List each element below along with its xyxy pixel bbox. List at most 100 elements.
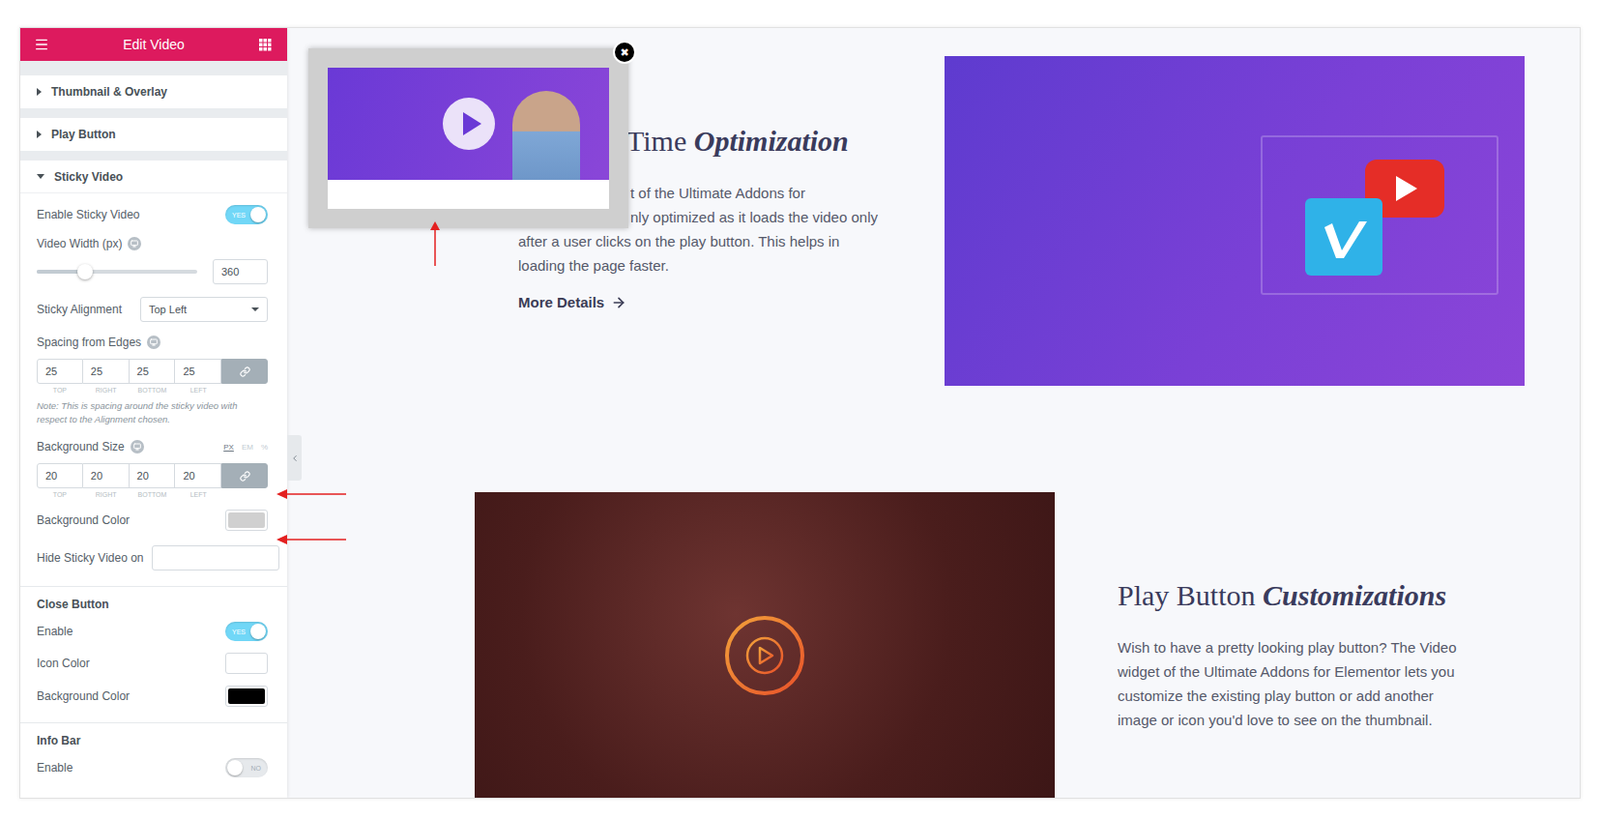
dimension-inputs: 25252525 (36, 358, 268, 384)
dimension-input[interactable]: 20 (83, 463, 130, 489)
unit-option[interactable]: EM (241, 442, 254, 452)
toggle-control: EnableYES (36, 621, 268, 641)
section-controls: Enable Sticky Video YES Video Width (px) 36… (20, 193, 288, 778)
unit-option[interactable]: % (261, 442, 268, 452)
slider-track[interactable] (36, 269, 198, 274)
thumbnail-person (512, 90, 581, 180)
section-list: Thumbnail & Overlay Play Button Sticky Vid… (20, 75, 288, 798)
slider-row: 360 (36, 259, 268, 285)
close-sticky-button[interactable]: ✖ (612, 40, 637, 64)
dimension-input[interactable]: 20 (36, 463, 84, 489)
caret-icon (36, 87, 42, 96)
text-input[interactable] (151, 545, 280, 571)
toggle-state: YES (232, 628, 246, 636)
dimension-input[interactable]: 20 (174, 463, 222, 489)
color-swatch[interactable] (225, 652, 268, 674)
color-fill (228, 512, 265, 528)
color-fill (228, 655, 265, 671)
more-details-link[interactable]: More Details (518, 293, 627, 311)
toggle-switch[interactable]: NO (225, 757, 268, 778)
responsive-icon[interactable] (146, 335, 161, 350)
dimensions-control: Background SizePXEM%20202020TOPRIGHTBOTT… (36, 426, 268, 498)
dimension-label: TOP (36, 386, 84, 394)
play-icon[interactable] (441, 96, 496, 151)
control-group: Close Button (36, 570, 268, 614)
description-line: customize the existing play button or ad… (1117, 683, 1505, 708)
number-input[interactable]: 360 (212, 259, 268, 285)
dimension-input[interactable]: 25 (174, 358, 222, 384)
slider-control: Video Width (px) 360 (36, 224, 268, 285)
control-note: Note: This is spacing around the sticky … (36, 399, 268, 427)
group-divider (20, 722, 288, 724)
control-group: Info Bar (36, 706, 268, 751)
color-control: Background Color (36, 509, 268, 531)
section-header[interactable]: Play Button (20, 117, 288, 151)
group-heading-row: Close Button (36, 594, 268, 614)
panel-header: Edit Video (20, 28, 288, 61)
toggle-knob (250, 206, 266, 223)
control-label: Enable (36, 760, 73, 775)
link-values-button[interactable] (221, 358, 268, 384)
group-heading: Close Button (36, 597, 110, 611)
widgets-button[interactable] (256, 34, 276, 55)
control-label-row: Background Size PX EM% (36, 436, 268, 457)
unit-switcher: PX EM% (223, 442, 268, 452)
vimeo-logo-icon (1305, 198, 1383, 276)
description-line: widget of the Ultimate Addons for Elemen… (1117, 659, 1505, 684)
dimension-input[interactable]: 25 (36, 358, 84, 384)
dimension-labels: TOPRIGHTBOTTOMLEFT (36, 491, 268, 498)
monitor-icon (133, 442, 142, 451)
page-preview: ✖Time Optimizationt of the Ultimate Addo… (287, 28, 1580, 798)
caret-icon (36, 130, 42, 139)
editor-window: Edit Video Thumbnail & Overlay Play Button… (19, 27, 1581, 799)
control-label: Hide Sticky Video on (36, 551, 145, 565)
dimension-label: TOP (36, 491, 84, 498)
hamburger-icon (33, 36, 50, 53)
control-label: Enable Sticky Video (36, 207, 141, 222)
responsive-icon[interactable] (127, 236, 142, 251)
play-button-icon[interactable] (724, 614, 806, 697)
group-divider (20, 585, 288, 587)
control-label: Background Color (36, 689, 130, 703)
section-header[interactable]: Sticky Video (20, 160, 288, 194)
feature-text: Play Button CustomizationsWish to have a… (1117, 492, 1505, 798)
description-line: after a user clicks on the play button. … (518, 229, 925, 254)
toggle-switch[interactable]: YES (225, 204, 268, 225)
select-field[interactable]: Top Left (140, 296, 268, 322)
color-fill (228, 688, 265, 704)
menu-button[interactable] (31, 34, 52, 55)
dimension-inputs: 20202020 (36, 463, 268, 489)
toggle-state: YES (232, 211, 246, 219)
link-values-button[interactable] (221, 463, 268, 489)
feature-image (944, 56, 1525, 386)
slider-knob[interactable] (77, 263, 93, 280)
responsive-icon[interactable] (130, 439, 145, 454)
dimensions-control: Spacing from Edges25252525TOPRIGHTBOTTOM… (36, 321, 268, 394)
toggle-state: NO (251, 764, 262, 772)
apps-grid-icon (259, 38, 272, 52)
dimension-input[interactable]: 20 (129, 463, 176, 489)
control-label: Background Size (36, 439, 145, 454)
dimension-input[interactable]: 25 (83, 358, 130, 384)
dimension-label: BOTTOM (129, 491, 176, 498)
dimension-label: LEFT (174, 491, 222, 498)
dimension-label: BOTTOM (129, 386, 176, 394)
toggle-switch[interactable]: YES (225, 621, 268, 641)
panel-section: Sticky Video Enable Sticky Video YES Video … (20, 160, 288, 798)
control-label-row: Video Width (px) (36, 233, 268, 254)
control-label: Spacing from Edges (36, 335, 161, 350)
dimension-input[interactable]: 25 (129, 358, 176, 384)
collapse-panel-button[interactable] (287, 435, 302, 481)
panel-section: Thumbnail & Overlay (20, 75, 288, 109)
feature-photo (474, 492, 1055, 798)
section-header[interactable]: Thumbnail & Overlay (20, 75, 288, 109)
sticky-video[interactable] (308, 48, 629, 229)
chevron-left-icon (290, 453, 300, 464)
unit-option[interactable]: PX (223, 442, 234, 452)
panel-section: Play Button (20, 117, 288, 151)
color-control: Background Color (36, 685, 268, 707)
color-swatch[interactable] (225, 509, 268, 531)
dimension-label: RIGHT (83, 386, 130, 394)
color-swatch[interactable] (225, 685, 268, 707)
page: Edit Video Thumbnail & Overlay Play Button… (0, 0, 1600, 819)
